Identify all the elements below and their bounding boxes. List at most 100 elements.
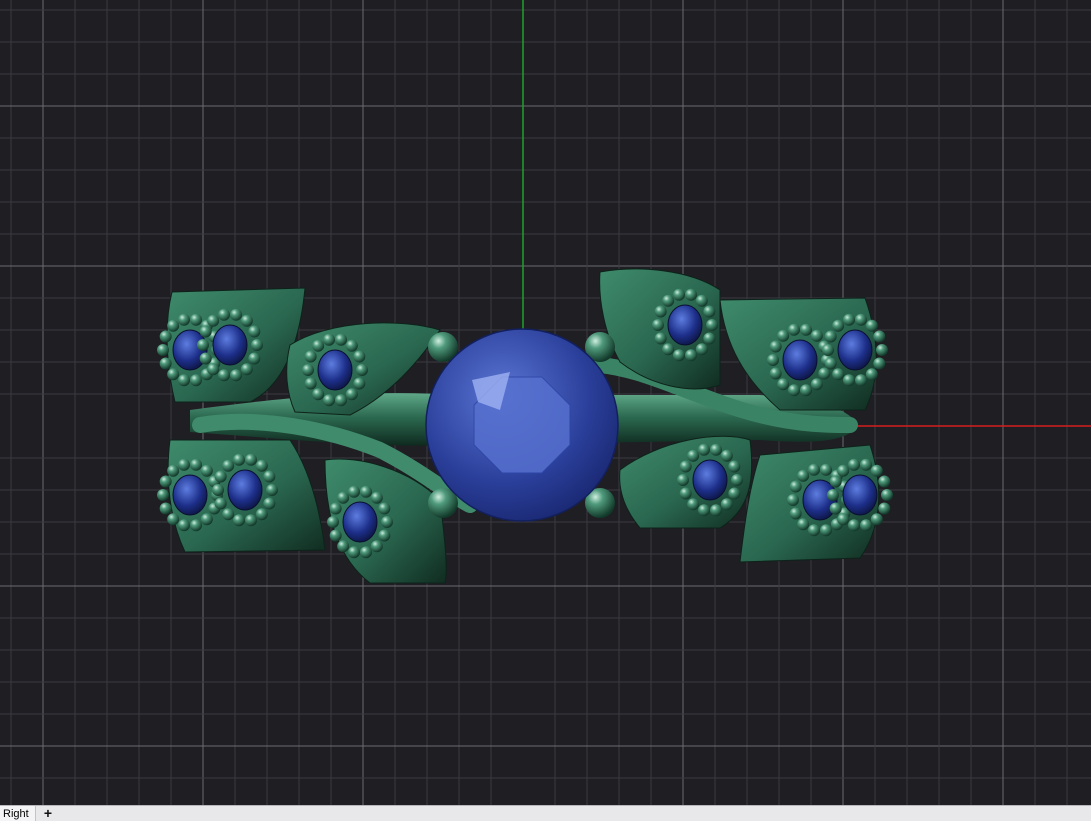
bead [662, 294, 675, 307]
bead [217, 308, 230, 321]
bead [672, 349, 685, 362]
bead [837, 464, 850, 477]
accent-stone-3 [317, 349, 353, 391]
bead [263, 497, 276, 510]
bead [200, 513, 213, 526]
bead [177, 313, 190, 326]
bead [255, 508, 268, 521]
bead [695, 343, 708, 356]
bead [654, 305, 667, 318]
bead [810, 329, 823, 342]
bead [329, 529, 342, 542]
bead [652, 319, 664, 331]
bead [159, 475, 172, 488]
bead [337, 491, 350, 504]
bead [302, 364, 314, 376]
bead [720, 449, 733, 462]
bead [767, 354, 779, 366]
bead [212, 484, 224, 496]
bead [842, 374, 855, 387]
bead [177, 374, 190, 387]
bead [797, 518, 810, 531]
bead [695, 294, 708, 307]
accent-stone-12 [842, 474, 878, 516]
bead [190, 519, 203, 532]
bead [214, 497, 227, 510]
bead [335, 333, 348, 346]
bead [789, 507, 802, 520]
bead [190, 374, 203, 387]
bead [685, 349, 698, 362]
bead [865, 319, 878, 332]
bead [232, 453, 245, 466]
bead [829, 502, 842, 515]
tab-right[interactable]: Right [0, 806, 36, 821]
bead [672, 288, 685, 301]
bead [824, 330, 837, 343]
add-viewport-tab-button[interactable]: + [40, 806, 56, 821]
bead [876, 344, 888, 356]
bead [222, 508, 235, 521]
bead [266, 484, 278, 496]
bead [312, 388, 325, 401]
bead [842, 313, 855, 326]
accent-stone-8 [782, 339, 818, 381]
bead [232, 514, 245, 527]
bead [703, 332, 716, 345]
bead [687, 449, 700, 462]
bead [855, 374, 868, 387]
bead [327, 516, 339, 528]
bead [703, 305, 716, 318]
bead [855, 313, 868, 326]
bead [167, 513, 180, 526]
bead [820, 524, 833, 537]
bead [832, 319, 845, 332]
bead [378, 529, 391, 542]
bead [177, 458, 190, 471]
bead [847, 458, 860, 471]
bead [807, 463, 820, 476]
bead [728, 487, 741, 500]
bead [710, 504, 723, 517]
bead [787, 494, 799, 506]
bead [199, 352, 212, 365]
bead [347, 546, 360, 559]
bead [251, 339, 263, 351]
bead [345, 388, 358, 401]
bead [167, 319, 180, 332]
ring-model[interactable] [0, 0, 1091, 805]
bead [847, 519, 860, 532]
bead [200, 464, 213, 477]
bead [337, 540, 350, 553]
bead [837, 513, 850, 526]
bead [807, 524, 820, 537]
accent-stone-2 [212, 324, 248, 366]
bead [378, 502, 391, 515]
bead [157, 489, 169, 501]
bead [800, 323, 813, 336]
bead [353, 377, 366, 390]
bead [822, 344, 834, 356]
bead [255, 459, 268, 472]
bead [829, 475, 842, 488]
bead [870, 464, 883, 477]
bead [197, 339, 209, 351]
accent-stone-10 [692, 459, 728, 501]
bead [860, 519, 873, 532]
bead [157, 344, 169, 356]
bead [832, 368, 845, 381]
bead [685, 288, 698, 301]
bead [248, 352, 261, 365]
bead [360, 546, 373, 559]
bead [697, 443, 710, 456]
bead [347, 485, 360, 498]
bead [731, 474, 743, 486]
bead [240, 363, 253, 376]
bead [818, 367, 831, 380]
bead [720, 498, 733, 511]
bead [312, 339, 325, 352]
bead [800, 384, 813, 397]
viewport-right[interactable] [0, 0, 1091, 805]
bead [789, 480, 802, 493]
bead [370, 491, 383, 504]
